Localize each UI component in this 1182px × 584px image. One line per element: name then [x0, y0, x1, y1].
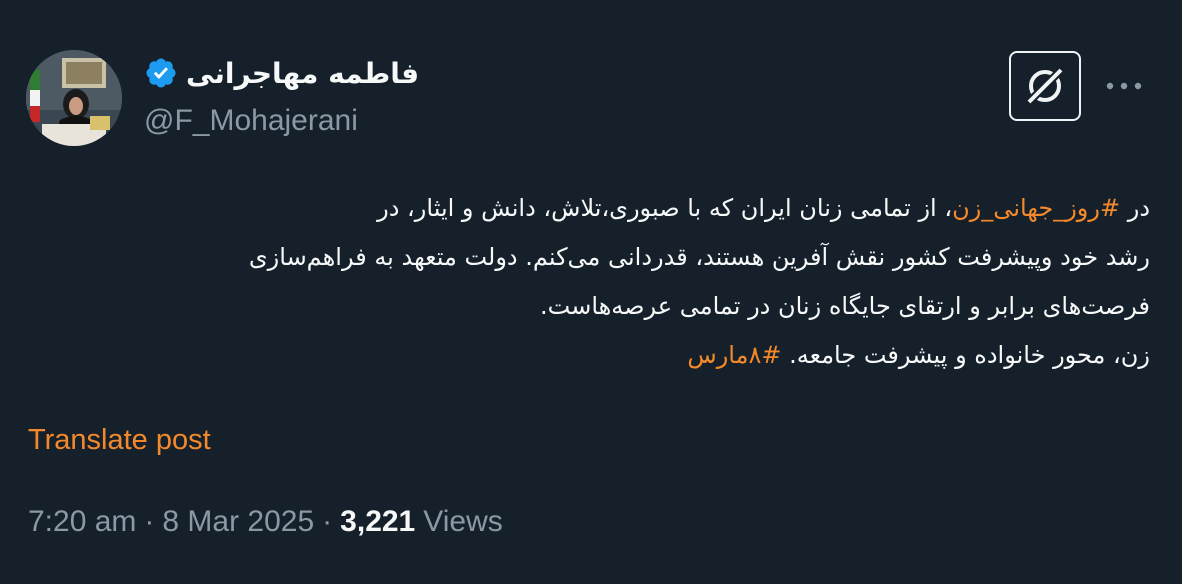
hashtag-link[interactable]: #۸مارس	[687, 341, 781, 369]
tweet-line-4: زن، محور خانواده و پیشرفت جامعه. #۸مارس	[28, 331, 1150, 380]
tweet-date[interactable]: 8 Mar 2025	[162, 505, 314, 539]
tweet-line-1: در #روز_جهانی_زن، از تمامی زنان ایران که…	[28, 184, 1150, 233]
verified-badge-icon	[146, 58, 176, 88]
meta-separator: ·	[322, 505, 333, 538]
author-name-row[interactable]: فاطمه مهاجرانی	[144, 56, 419, 90]
tweet-text-segment: در	[1120, 194, 1150, 222]
views-count[interactable]: 3,221	[340, 505, 415, 539]
views-label[interactable]: Views	[423, 505, 502, 539]
avatar[interactable]	[26, 50, 122, 146]
grok-icon	[1026, 67, 1064, 105]
profile-photo-icon	[26, 50, 122, 146]
tweet-card: فاطمه مهاجرانی @F_Mohajerani در #روز_جها…	[0, 0, 1182, 584]
tweet-meta: 7:20 am · 8 Mar 2025 · 3,221 Views	[28, 505, 503, 539]
more-options-button[interactable]	[1102, 70, 1146, 102]
more-horizontal-icon	[1106, 82, 1142, 90]
tweet-text: در #روز_جهانی_زن، از تمامی زنان ایران که…	[28, 184, 1150, 380]
display-name[interactable]: فاطمه مهاجرانی	[186, 57, 419, 90]
tweet-line-3: فرصت‌های برابر و ارتقای جایگاه زنان در ت…	[540, 292, 1150, 320]
author-handle[interactable]: @F_Mohajerani	[144, 104, 358, 138]
tweet-line-2: رشد خود وپیشرفت کشور نقش آفرین هستند، قد…	[248, 243, 1150, 271]
tweet-text-segment: ، از تمامی زنان ایران که با صبوری،تلاش، …	[377, 194, 953, 222]
meta-separator: ·	[144, 505, 155, 538]
grok-button[interactable]	[1009, 51, 1081, 121]
tweet-time[interactable]: 7:20 am	[28, 505, 136, 539]
hashtag-link[interactable]: #روز_جهانی_زن	[952, 194, 1120, 222]
translate-post-link[interactable]: Translate post	[28, 424, 211, 457]
tweet-text-segment: زن، محور خانواده و پیشرفت جامعه.	[781, 341, 1150, 369]
